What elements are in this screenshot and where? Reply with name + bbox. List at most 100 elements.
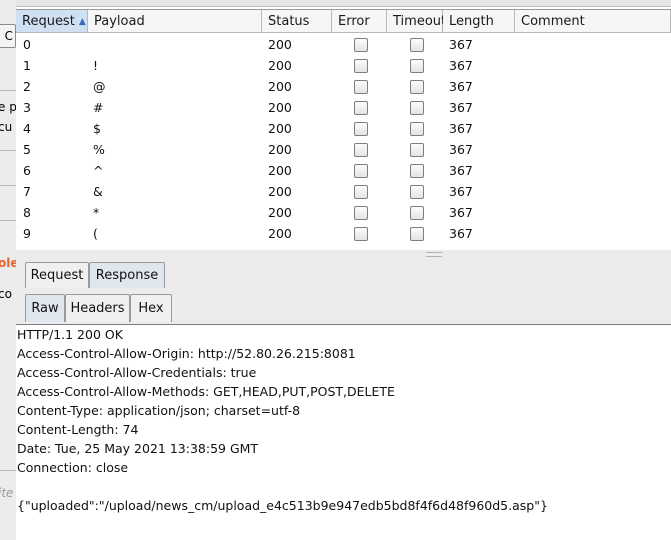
tab-headers[interactable]: Headers xyxy=(65,294,130,322)
cell-status: 200 xyxy=(268,121,292,136)
background-button-fragment: C xyxy=(0,24,16,48)
tab-request[interactable]: Request xyxy=(25,262,89,288)
timeout-checkbox[interactable] xyxy=(410,143,424,157)
table-row[interactable]: 3 # 200 367 xyxy=(16,97,671,118)
tab-raw[interactable]: Raw xyxy=(25,294,65,322)
table-row[interactable]: 5 % 200 367 xyxy=(16,139,671,160)
cell-request: 0 xyxy=(23,37,31,52)
cell-length: 367 xyxy=(449,121,473,136)
table-row[interactable]: 7 & 200 367 xyxy=(16,181,671,202)
column-header-status[interactable]: Status xyxy=(262,10,332,33)
cell-request: 2 xyxy=(23,79,31,94)
cell-status: 200 xyxy=(268,100,292,115)
cell-request: 6 xyxy=(23,163,31,178)
error-checkbox[interactable] xyxy=(354,206,368,220)
table-row[interactable]: 2 @ 200 367 xyxy=(16,76,671,97)
background-divider xyxy=(0,470,16,471)
message-tabs: Request Response xyxy=(16,258,671,289)
sort-ascending-icon: ▲ xyxy=(78,17,86,27)
timeout-checkbox[interactable] xyxy=(410,122,424,136)
table-row[interactable]: 0 200 367 xyxy=(16,34,671,55)
cell-length: 367 xyxy=(449,163,473,178)
error-checkbox[interactable] xyxy=(354,143,368,157)
timeout-checkbox[interactable] xyxy=(410,164,424,178)
cell-status: 200 xyxy=(268,142,292,157)
table-row[interactable]: 9 ( 200 367 xyxy=(16,223,671,244)
error-checkbox[interactable] xyxy=(354,59,368,73)
table-row[interactable]: 6 ^ 200 367 xyxy=(16,160,671,181)
error-checkbox[interactable] xyxy=(354,101,368,115)
background-divider xyxy=(0,90,16,91)
timeout-checkbox[interactable] xyxy=(410,38,424,52)
background-divider xyxy=(0,220,16,221)
response-header-line: Content-Length: 74 xyxy=(17,422,139,437)
response-header-line: Content-Type: application/json; charset=… xyxy=(17,403,301,418)
timeout-checkbox[interactable] xyxy=(410,101,424,115)
cell-request: 3 xyxy=(23,100,31,115)
column-header-payload[interactable]: Payload xyxy=(88,10,262,33)
cell-length: 367 xyxy=(449,142,473,157)
table-header: Request ▲ Payload Status Error Timeout Le… xyxy=(16,10,671,34)
cell-length: 367 xyxy=(449,226,473,241)
cell-status: 200 xyxy=(268,37,292,52)
cell-payload: * xyxy=(93,205,100,220)
tab-response[interactable]: Response xyxy=(89,262,165,288)
column-header-label: Request xyxy=(22,14,75,29)
column-header-timeout[interactable]: Timeout xyxy=(387,10,446,33)
response-raw-view[interactable]: HTTP/1.1 200 OK Access-Control-Allow-Ori… xyxy=(16,325,671,540)
cell-payload: # xyxy=(93,100,104,115)
timeout-checkbox[interactable] xyxy=(410,227,424,241)
splitter-grip-icon[interactable] xyxy=(426,252,442,257)
background-heading-fragment: ole xyxy=(0,256,16,270)
table-row[interactable]: 8 * 200 367 xyxy=(16,202,671,223)
table-row[interactable]: 1 ! 200 367 xyxy=(16,55,671,76)
cell-status: 200 xyxy=(268,58,292,73)
background-text-fragment: cu xyxy=(0,120,13,134)
error-checkbox[interactable] xyxy=(354,227,368,241)
column-header-length[interactable]: Length xyxy=(443,10,515,33)
cell-status: 200 xyxy=(268,226,292,241)
cell-payload: % xyxy=(93,142,105,157)
timeout-checkbox[interactable] xyxy=(410,59,424,73)
timeout-checkbox[interactable] xyxy=(410,185,424,199)
cell-length: 367 xyxy=(449,100,473,115)
background-window: C e p cu ole co ite xyxy=(0,0,17,540)
column-header-comment[interactable]: Comment xyxy=(515,10,671,33)
error-checkbox[interactable] xyxy=(354,122,368,136)
cell-status: 200 xyxy=(268,163,292,178)
cell-length: 367 xyxy=(449,79,473,94)
cell-status: 200 xyxy=(268,184,292,199)
cell-payload: ! xyxy=(93,58,99,73)
top-border xyxy=(16,0,671,7)
cell-payload: & xyxy=(93,184,103,199)
cell-payload: $ xyxy=(93,121,101,136)
response-body-line: {"uploaded":"/upload/news_cm/upload_e4c5… xyxy=(17,498,548,513)
error-checkbox[interactable] xyxy=(354,38,368,52)
response-header-line: Access-Control-Allow-Credentials: true xyxy=(17,365,257,380)
tab-hex[interactable]: Hex xyxy=(130,294,172,322)
cell-request: 4 xyxy=(23,121,31,136)
results-table: Request ▲ Payload Status Error Timeout Le… xyxy=(16,9,671,252)
background-divider xyxy=(0,185,16,186)
response-header-line: Date: Tue, 25 May 2021 13:38:59 GMT xyxy=(17,441,259,456)
view-tabs: Raw Headers Hex xyxy=(16,288,671,325)
cell-payload: ^ xyxy=(93,163,104,178)
column-header-error[interactable]: Error xyxy=(332,10,387,33)
cell-request: 5 xyxy=(23,142,31,157)
column-header-request[interactable]: Request ▲ xyxy=(16,10,88,33)
error-checkbox[interactable] xyxy=(354,185,368,199)
cell-length: 367 xyxy=(449,37,473,52)
table-row[interactable]: 4 $ 200 367 xyxy=(16,118,671,139)
timeout-checkbox[interactable] xyxy=(410,80,424,94)
error-checkbox[interactable] xyxy=(354,80,368,94)
cell-payload: ( xyxy=(93,226,98,241)
error-checkbox[interactable] xyxy=(354,164,368,178)
response-status-line: HTTP/1.1 200 OK xyxy=(17,327,123,342)
timeout-checkbox[interactable] xyxy=(410,206,424,220)
cell-request: 9 xyxy=(23,226,31,241)
cell-status: 200 xyxy=(268,205,292,220)
cell-request: 7 xyxy=(23,184,31,199)
response-header-line: Access-Control-Allow-Methods: GET,HEAD,P… xyxy=(17,384,395,399)
response-header-line: Connection: close xyxy=(17,460,129,475)
background-text-fragment: e p xyxy=(0,100,17,114)
